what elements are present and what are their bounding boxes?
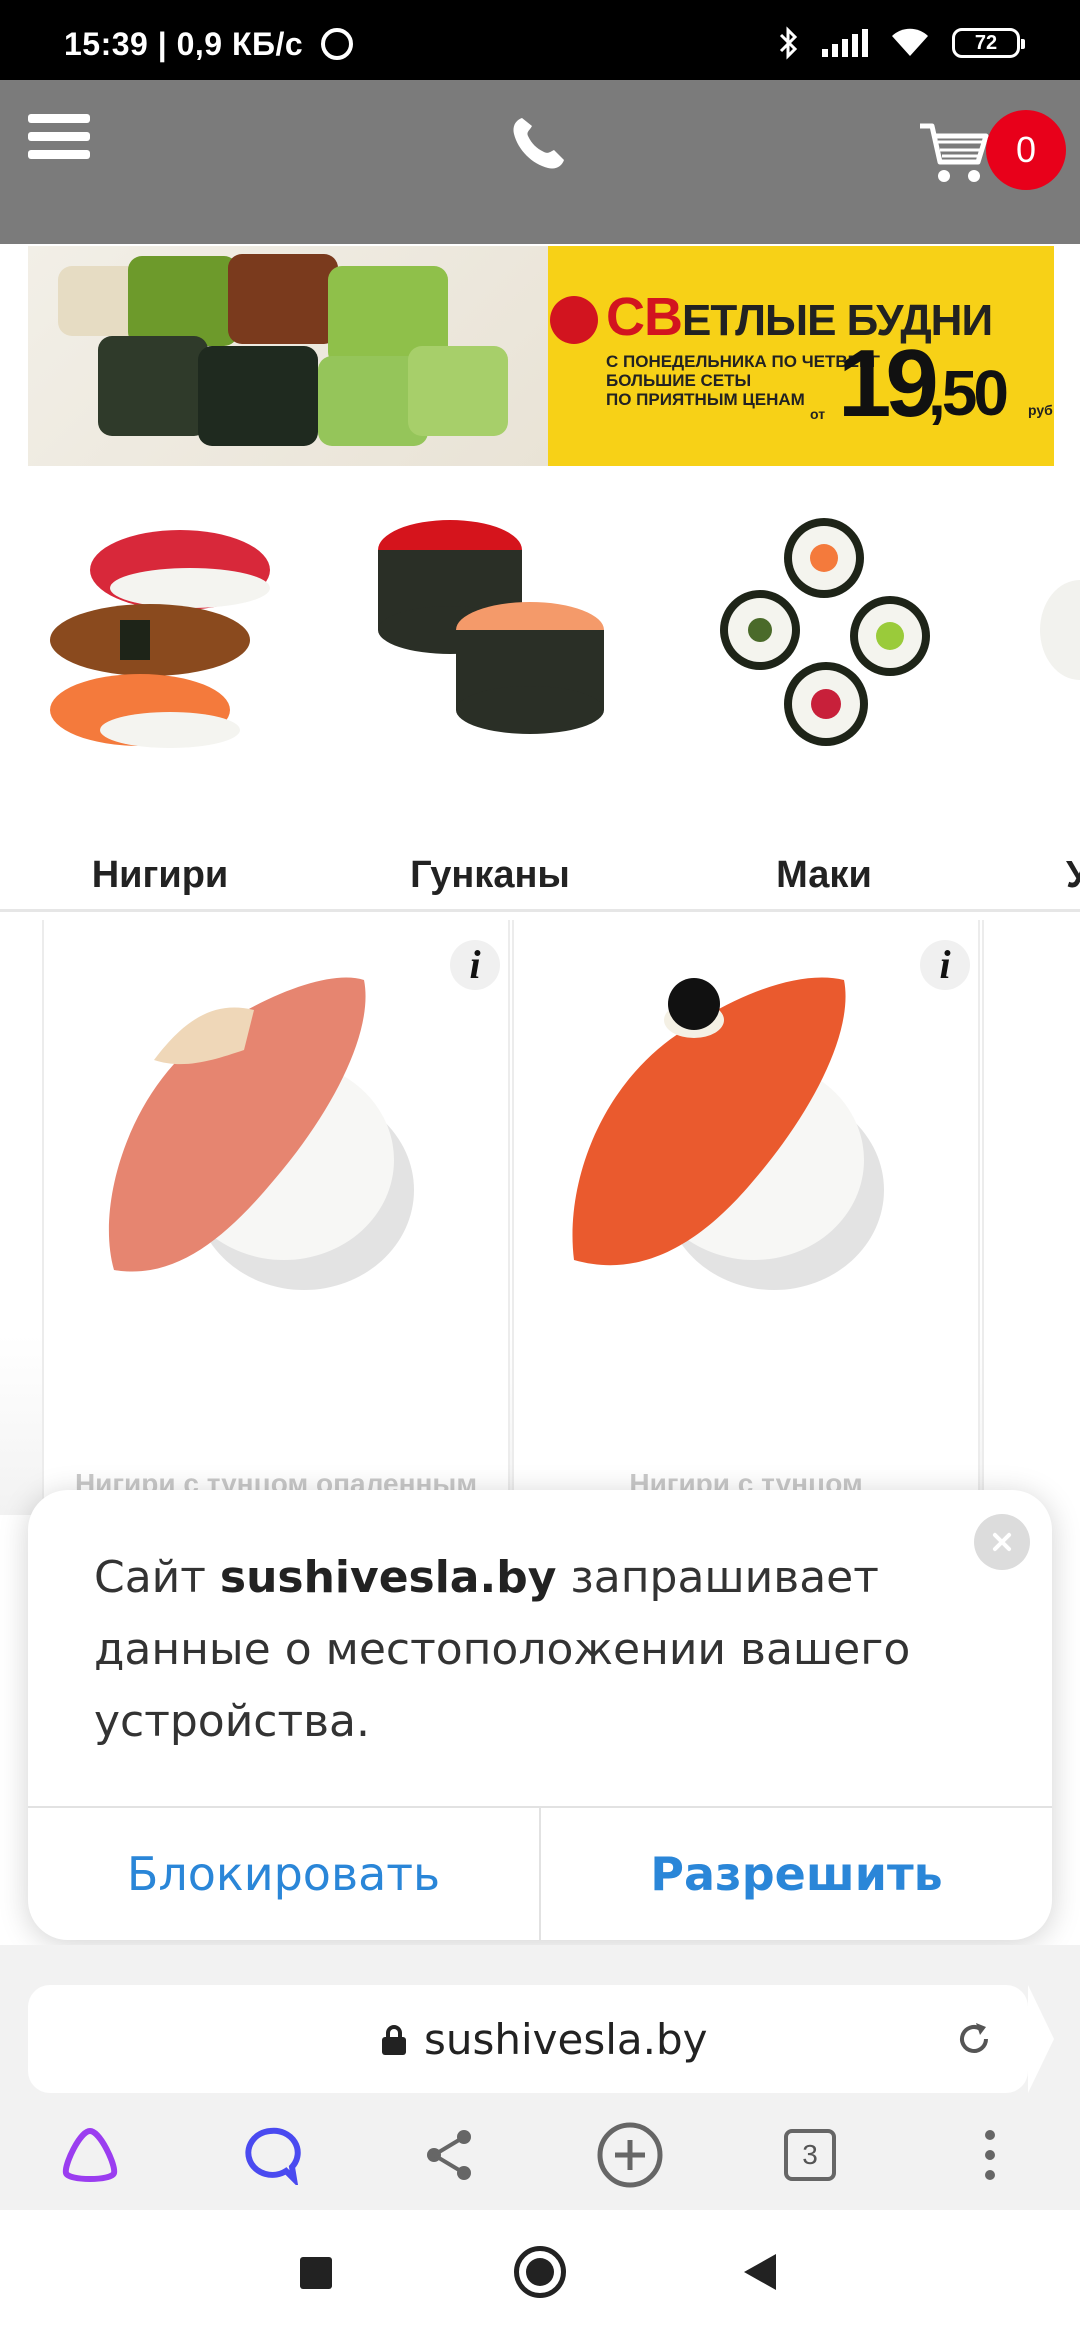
- info-icon[interactable]: i: [450, 940, 500, 990]
- system-nav-bar: [0, 2210, 1080, 2340]
- status-icons: 72: [778, 26, 1025, 60]
- info-icon[interactable]: i: [920, 940, 970, 990]
- banner-title: СВЕТЛЫЕ БУДНИ: [606, 287, 993, 347]
- alarm-icon: [320, 28, 353, 60]
- battery-icon: 72: [952, 28, 1025, 58]
- alice-icon: [62, 2127, 118, 2182]
- nigiri-image: [50, 530, 270, 748]
- cart-count-badge: 0: [986, 110, 1066, 190]
- status-time: 15:39: [64, 26, 149, 62]
- alice-assistant-button[interactable]: [50, 2115, 130, 2195]
- close-icon[interactable]: [974, 1514, 1030, 1570]
- allow-button[interactable]: Разрешить: [539, 1808, 1052, 1940]
- wifi-icon: [892, 28, 928, 56]
- product-image: [108, 977, 414, 1290]
- tabs-count: 3: [784, 2129, 836, 2181]
- more-vertical-icon: [985, 2130, 995, 2180]
- recents-icon[interactable]: [300, 2257, 332, 2289]
- dialog-message: Сайт sushivesla.by запрашивает данные о …: [94, 1552, 911, 1747]
- price-fraction: ,50: [928, 357, 1009, 429]
- product-card[interactable]: i Нигири с тунцом: [512, 920, 980, 1515]
- address-bar[interactable]: sushivesla.by: [28, 1985, 1054, 2093]
- phone-icon[interactable]: [508, 114, 568, 174]
- category-partial[interactable]: У: [1000, 510, 1080, 896]
- banner-sushi-image: [28, 246, 548, 466]
- dialog-site-name: sushivesla.by: [219, 1552, 557, 1603]
- brand-logo-icon: [550, 296, 598, 344]
- category-partial-image: [1040, 580, 1080, 680]
- site-header: 0: [0, 80, 1080, 244]
- signal-icon: [822, 29, 868, 57]
- share-button[interactable]: [410, 2115, 490, 2195]
- browser-toolbar: 3: [0, 2105, 1080, 2205]
- category-label: Нигири: [91, 854, 229, 896]
- dialog-buttons: Блокировать Разрешить: [28, 1806, 1052, 1940]
- tabs-button[interactable]: 3: [770, 2115, 850, 2195]
- status-time-group: 15:39 | 0,9 КБ/с: [64, 26, 353, 63]
- home-icon[interactable]: [514, 2246, 566, 2298]
- block-button[interactable]: Блокировать: [28, 1808, 539, 1940]
- gunkan-image: [378, 520, 604, 734]
- browser-bottom-bar: sushivesla.by 3: [0, 1945, 1080, 2210]
- category-maki[interactable]: Маки: [684, 510, 964, 896]
- cart-icon: [920, 123, 989, 182]
- share-icon: [427, 2130, 471, 2180]
- price-whole: 19: [838, 330, 939, 437]
- cart-button[interactable]: 0: [918, 106, 1068, 196]
- product-card-partial[interactable]: [982, 920, 1080, 1515]
- category-carousel[interactable]: Нигири Гунканы Маки У: [0, 470, 1080, 912]
- bluetooth-icon: [779, 26, 798, 60]
- product-image: [572, 977, 884, 1290]
- more-menu-button[interactable]: [950, 2115, 1030, 2195]
- category-label: Маки: [776, 854, 872, 896]
- chat-button[interactable]: [230, 2115, 310, 2195]
- category-label: У: [1066, 854, 1080, 897]
- chat-icon: [245, 2127, 301, 2185]
- network-speed: | 0,9 КБ/с: [157, 26, 304, 62]
- lock-icon: [382, 2025, 406, 2055]
- url-text: sushivesla.by: [424, 2015, 708, 2064]
- promo-banner[interactable]: СВЕТЛЫЕ БУДНИ С ПОНЕДЕЛЬНИКА ПО ЧЕТВЕРГ …: [28, 246, 1054, 466]
- price-currency: руб: [1028, 402, 1053, 418]
- reload-icon[interactable]: [954, 2019, 994, 2059]
- maki-image: [720, 518, 930, 746]
- category-nigiri[interactable]: Нигири: [20, 510, 300, 896]
- category-label: Гунканы: [410, 854, 570, 896]
- plus-circle-icon: [597, 2122, 663, 2188]
- new-tab-button[interactable]: [590, 2115, 670, 2195]
- category-gunkan[interactable]: Гунканы: [350, 510, 630, 896]
- status-bar: 15:39 | 0,9 КБ/с 72: [0, 0, 1080, 80]
- location-permission-dialog: Сайт sushivesla.by запрашивает данные о …: [28, 1490, 1052, 1940]
- product-list: i Нигири с тунцом опаленным i Нигири с т…: [0, 915, 1080, 1515]
- product-card[interactable]: i Нигири с тунцом опаленным: [42, 920, 510, 1515]
- back-icon[interactable]: [744, 2254, 776, 2290]
- price-prefix: от: [810, 406, 826, 422]
- menu-icon[interactable]: [28, 114, 90, 166]
